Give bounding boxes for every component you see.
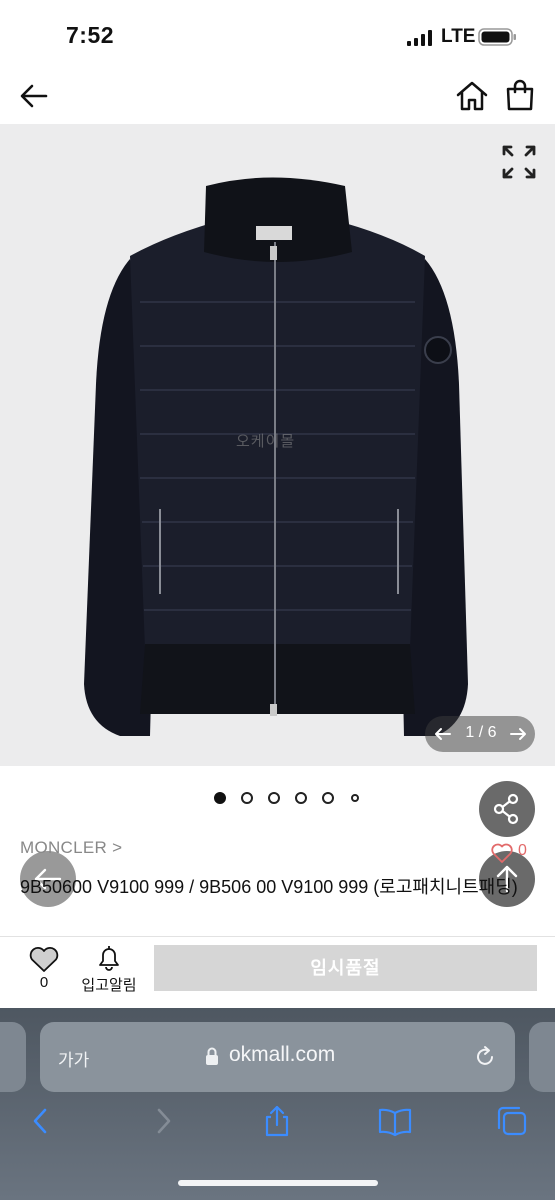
carousel-dot[interactable] bbox=[351, 794, 359, 802]
battery-icon bbox=[478, 28, 516, 46]
share-sheet-icon[interactable] bbox=[260, 1104, 294, 1138]
restock-alert-label: 입고알림 bbox=[81, 977, 137, 994]
carousel-dot[interactable] bbox=[322, 792, 334, 804]
wishlist-button[interactable]: 0 bbox=[24, 946, 64, 996]
url-text[interactable]: okmall.com bbox=[229, 1043, 335, 1067]
home-icon[interactable] bbox=[455, 80, 489, 112]
pager-next-icon[interactable] bbox=[506, 722, 530, 746]
divider bbox=[0, 936, 555, 937]
top-navigation bbox=[0, 68, 555, 124]
carousel-dot[interactable] bbox=[268, 792, 280, 804]
product-title: 9B50600 V9100 999 / 9B506 00 V9100 999 (… bbox=[20, 877, 518, 897]
previous-tab-preview[interactable] bbox=[0, 1022, 26, 1092]
pager-counter: 1 / 6 bbox=[465, 724, 497, 741]
restock-alert-button[interactable]: 입고알림 bbox=[76, 944, 142, 996]
next-tab-preview[interactable] bbox=[529, 1022, 555, 1092]
shopping-bag-icon[interactable] bbox=[504, 78, 536, 112]
wishlist-count: 0 bbox=[39, 974, 49, 991]
pager-prev-icon[interactable] bbox=[431, 722, 455, 746]
browser-back-icon[interactable] bbox=[24, 1104, 58, 1138]
carousel-dot[interactable] bbox=[295, 792, 307, 804]
browser-chrome: 가가 okmall.com bbox=[0, 1008, 555, 1200]
network-label: LTE bbox=[441, 26, 476, 47]
carousel-dot[interactable] bbox=[241, 792, 253, 804]
share-icon bbox=[493, 793, 519, 825]
status-bar: 7:52 LTE bbox=[0, 0, 555, 68]
heart-icon bbox=[29, 947, 59, 972]
bell-icon bbox=[99, 946, 119, 971]
tabs-icon[interactable] bbox=[495, 1104, 529, 1138]
carousel-dot-active[interactable] bbox=[214, 792, 226, 804]
brand-link[interactable]: MONCLER > bbox=[20, 838, 122, 858]
address-bar[interactable]: 가가 okmall.com bbox=[40, 1022, 515, 1092]
fullscreen-expand-icon[interactable] bbox=[501, 144, 537, 180]
back-arrow-icon[interactable] bbox=[18, 80, 50, 112]
cellular-signal-icon bbox=[407, 30, 432, 46]
lock-icon bbox=[206, 1047, 218, 1065]
image-watermark: 오케이몰 bbox=[236, 433, 296, 450]
browser-forward-icon[interactable] bbox=[146, 1104, 180, 1138]
text-size-button[interactable]: 가가 bbox=[58, 1046, 89, 1071]
temporarily-sold-out-button[interactable]: 임시품절 bbox=[154, 945, 537, 991]
home-indicator bbox=[178, 1180, 378, 1186]
heart-icon bbox=[491, 843, 513, 863]
bookmarks-icon[interactable] bbox=[378, 1104, 412, 1138]
reload-icon[interactable] bbox=[472, 1044, 498, 1070]
status-time: 7:52 bbox=[66, 22, 115, 48]
like-count: 0 bbox=[518, 842, 527, 859]
share-button[interactable] bbox=[479, 781, 535, 837]
image-pager: 1 / 6 bbox=[425, 716, 535, 752]
product-image-carousel[interactable]: 오케이몰 1 / 6 bbox=[0, 124, 555, 766]
